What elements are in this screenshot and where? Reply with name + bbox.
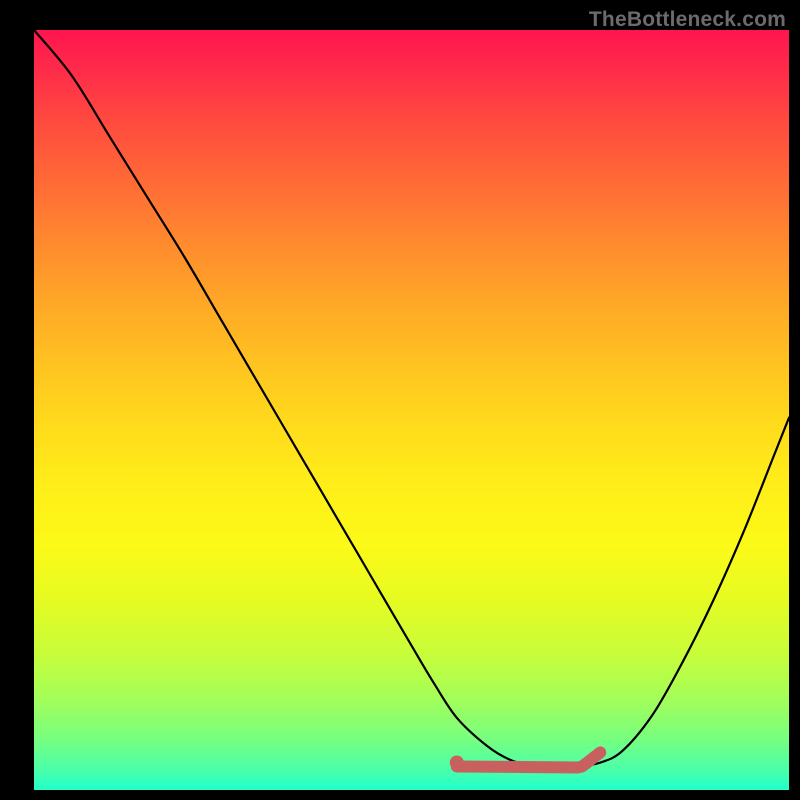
watermark-text: TheBottleneck.com (589, 8, 786, 32)
chart-svg (34, 30, 789, 790)
minimum-start-dot (450, 755, 464, 769)
plot-area (34, 30, 789, 790)
bottleneck-curve (34, 30, 789, 767)
minimum-band (457, 752, 600, 767)
